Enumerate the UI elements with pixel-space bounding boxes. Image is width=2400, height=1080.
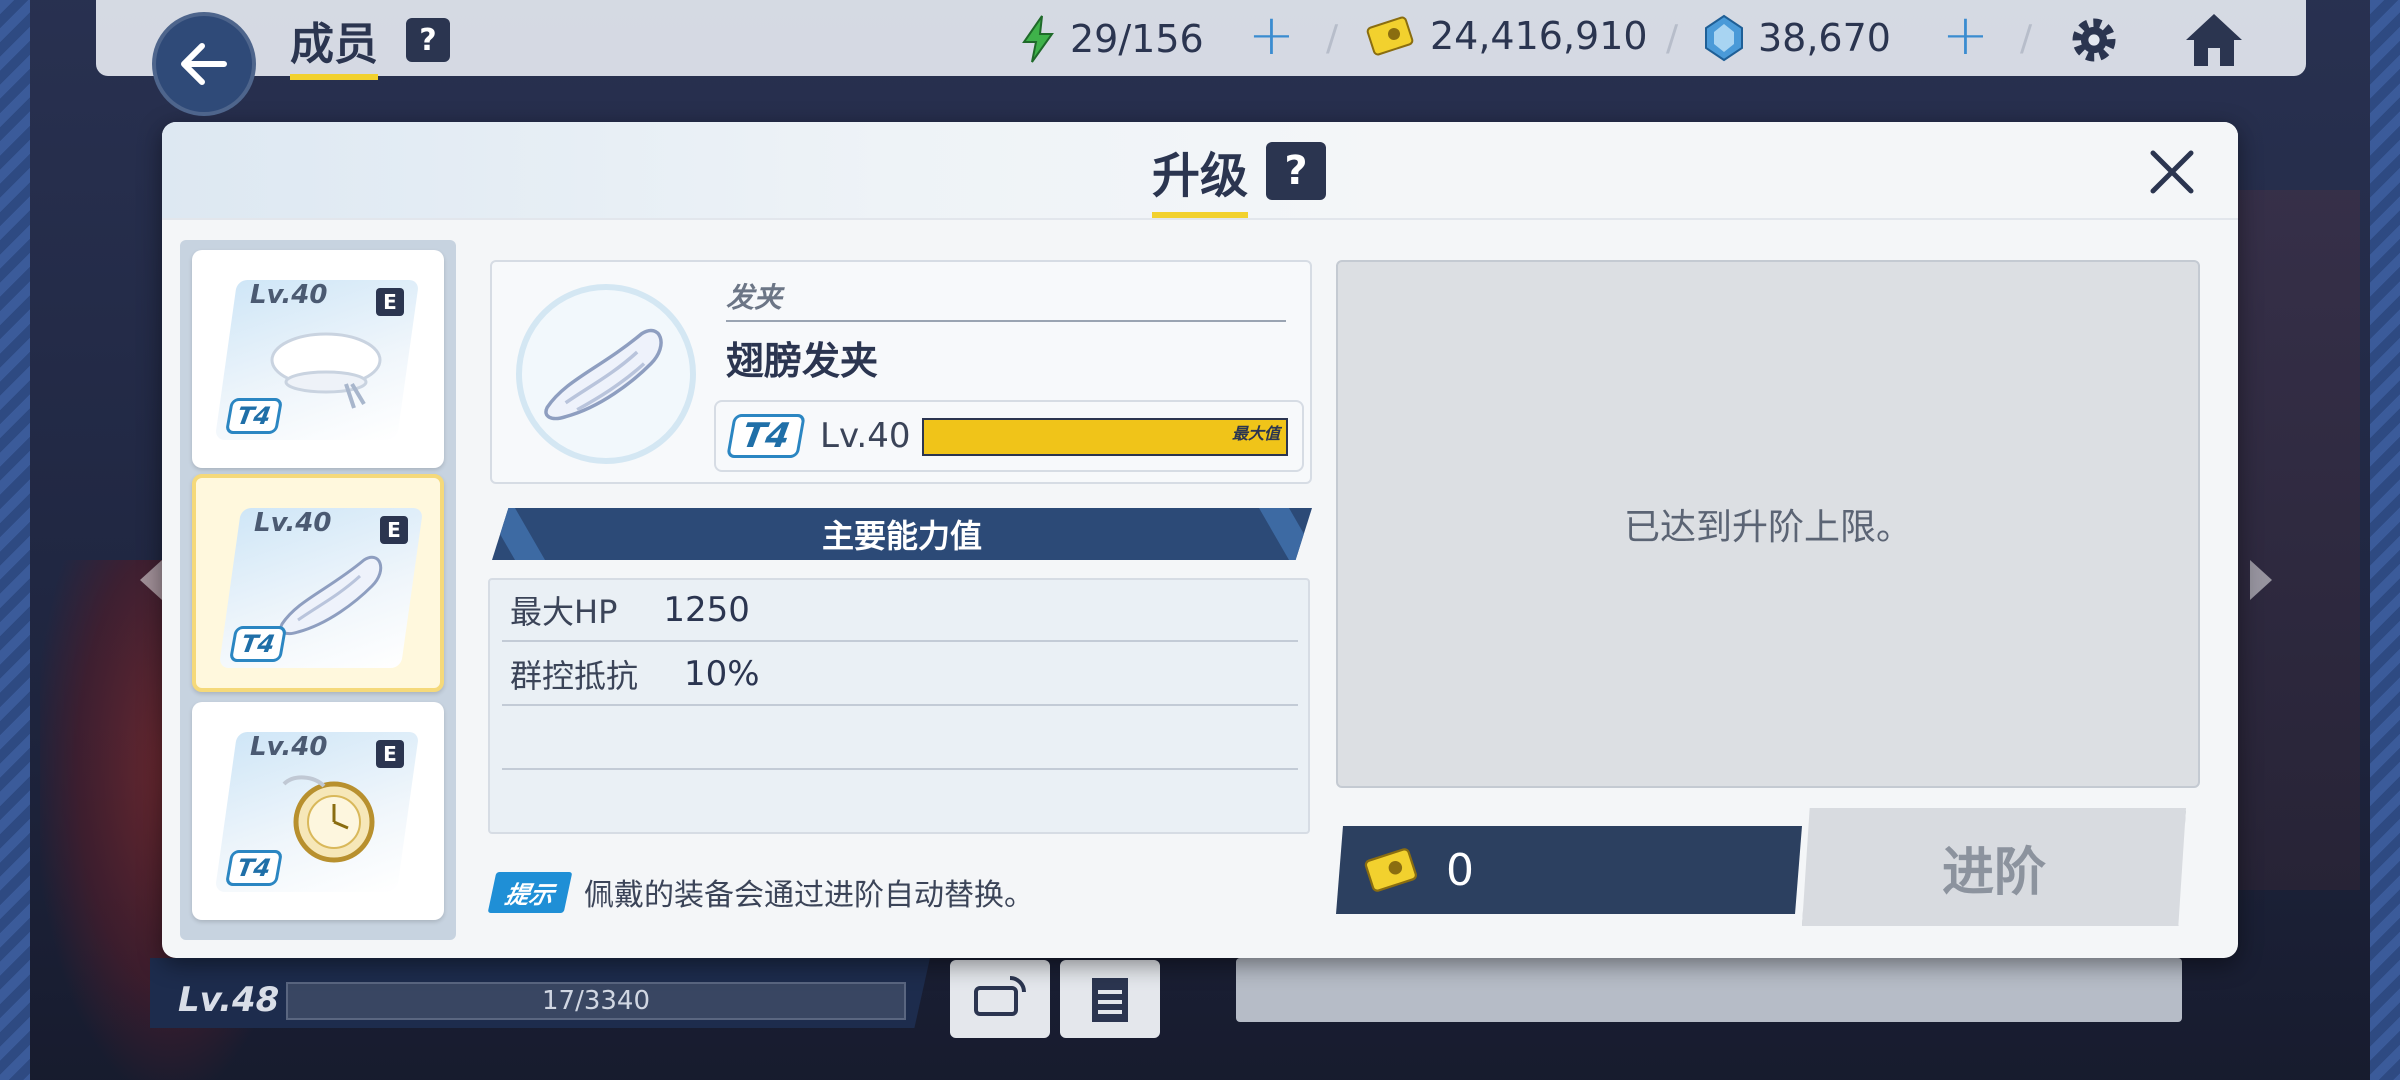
close-icon [2150, 150, 2194, 194]
upgrade-dialog: 升级 ? Lv.40 E T4 Lv.40 E T4 Lv.40 E T4 发夹… [162, 122, 2238, 958]
item-level-progress-bar: 最大值 [922, 418, 1288, 456]
equipment-card-watch[interactable]: Lv.40 E T4 [192, 702, 444, 920]
stats-header: 主要能力值 [492, 508, 1312, 560]
separator: / [1326, 18, 1339, 59]
credits-resource: 24,416,910 [1366, 14, 1648, 58]
add-gems-button[interactable]: + [1942, 8, 1989, 64]
close-button[interactable] [2142, 142, 2202, 202]
stats-header-label: 主要能力值 [821, 517, 982, 555]
memo-button[interactable] [1060, 960, 1160, 1038]
wing-hairpin-icon [544, 328, 663, 421]
stamina-resource: 29/156 [1020, 14, 1204, 64]
item-category: 发夹 [726, 281, 783, 314]
stat-row [502, 708, 1298, 770]
equipment-slot-strip [1236, 958, 2182, 1022]
upgrade-result-panel: 已达到升阶上限。 [1336, 260, 2200, 788]
stat-value: 1250 [663, 590, 750, 630]
tip-badge: 提示 [487, 871, 573, 913]
item-tier-badge: T4 [726, 414, 806, 458]
arrow-left-icon [181, 43, 227, 85]
left-decor-stripe [0, 0, 30, 1080]
card-level: Lv.40 [250, 732, 328, 762]
dialog-title: 升级 [1152, 148, 1249, 204]
stat-label: 群控抵抗 [510, 657, 639, 695]
lightning-icon [1022, 15, 1054, 63]
prev-character-arrow-icon[interactable] [140, 560, 162, 600]
dialog-help-button[interactable]: ? [1266, 142, 1326, 200]
max-upgrade-message: 已达到升阶上限。 [1623, 507, 1912, 548]
item-detail-panel: 发夹 翅膀发夹 T4 Lv.40 最大值 [490, 260, 1312, 484]
stat-value: 10% [684, 654, 760, 694]
item-level-row: T4 Lv.40 最大值 [714, 400, 1304, 472]
card-tier-badge: T4 [224, 398, 284, 434]
swap-button[interactable] [950, 960, 1050, 1038]
page-title: 成员 [290, 8, 378, 80]
equipment-card-hairpin[interactable]: Lv.40 E T4 [192, 474, 444, 692]
upgrade-cost-box: 0 [1336, 826, 1802, 914]
home-button[interactable] [2182, 10, 2246, 72]
equipment-card-hat[interactable]: Lv.40 E T4 [192, 250, 444, 468]
stats-table: 最大HP 1250 群控抵抗 10% [488, 578, 1310, 834]
credits-value: 24,416,910 [1430, 14, 1648, 58]
card-tier-badge: T4 [228, 626, 288, 662]
home-icon [2186, 14, 2242, 66]
wing-hairpin-icon [279, 556, 383, 636]
equipment-list: Lv.40 E T4 Lv.40 E T4 Lv.40 E T4 [180, 240, 456, 940]
settings-button[interactable] [2064, 12, 2124, 72]
card-tier-badge: T4 [224, 850, 284, 886]
player-exp-text: 17/3340 [541, 986, 650, 1016]
item-name: 翅膀发夹 [726, 339, 879, 383]
separator: / [2020, 18, 2033, 59]
gems-resource: 38,670 [1704, 14, 1891, 62]
back-button[interactable] [152, 12, 256, 116]
gem-icon [1705, 14, 1743, 62]
gear-icon [2072, 18, 2116, 62]
notepad-icon [1092, 978, 1128, 1022]
stat-row: 群控抵抗 10% [502, 644, 1298, 706]
card-level: Lv.40 [250, 280, 328, 310]
credit-card-icon [1366, 16, 1414, 56]
stat-label: 最大HP [510, 593, 618, 631]
card-level: Lv.40 [254, 508, 332, 538]
advance-button-label: 进阶 [1941, 842, 2046, 903]
advance-button[interactable]: 进阶 [1802, 808, 2186, 926]
divider [726, 320, 1286, 322]
add-stamina-button[interactable]: + [1248, 8, 1295, 64]
stat-row: 最大HP 1250 [502, 580, 1298, 642]
credit-card-icon [1364, 848, 1417, 892]
player-level: Lv.48 [178, 980, 280, 1020]
tip-text: 佩戴的装备会通过进阶自动替换。 [584, 878, 1034, 913]
item-level: Lv.40 [820, 416, 911, 456]
right-decor-stripe [2370, 0, 2400, 1080]
beret-hat-icon [270, 332, 382, 409]
item-icon-frame [516, 284, 696, 464]
separator: / [1666, 18, 1679, 59]
next-character-arrow-icon[interactable] [2250, 560, 2272, 600]
progress-max-label: 最大值 [1231, 424, 1280, 443]
title-underline [1152, 212, 1248, 218]
pocket-watch-icon [282, 775, 375, 863]
tip-row: 提示 佩戴的装备会通过进阶自动替换。 [487, 870, 1034, 914]
phone-rotate-icon [974, 976, 1026, 1016]
page-help-button[interactable]: ? [406, 18, 450, 62]
stamina-value: 29/156 [1070, 17, 1204, 61]
gems-value: 38,670 [1758, 16, 1891, 60]
cost-value: 0 [1446, 844, 1474, 896]
